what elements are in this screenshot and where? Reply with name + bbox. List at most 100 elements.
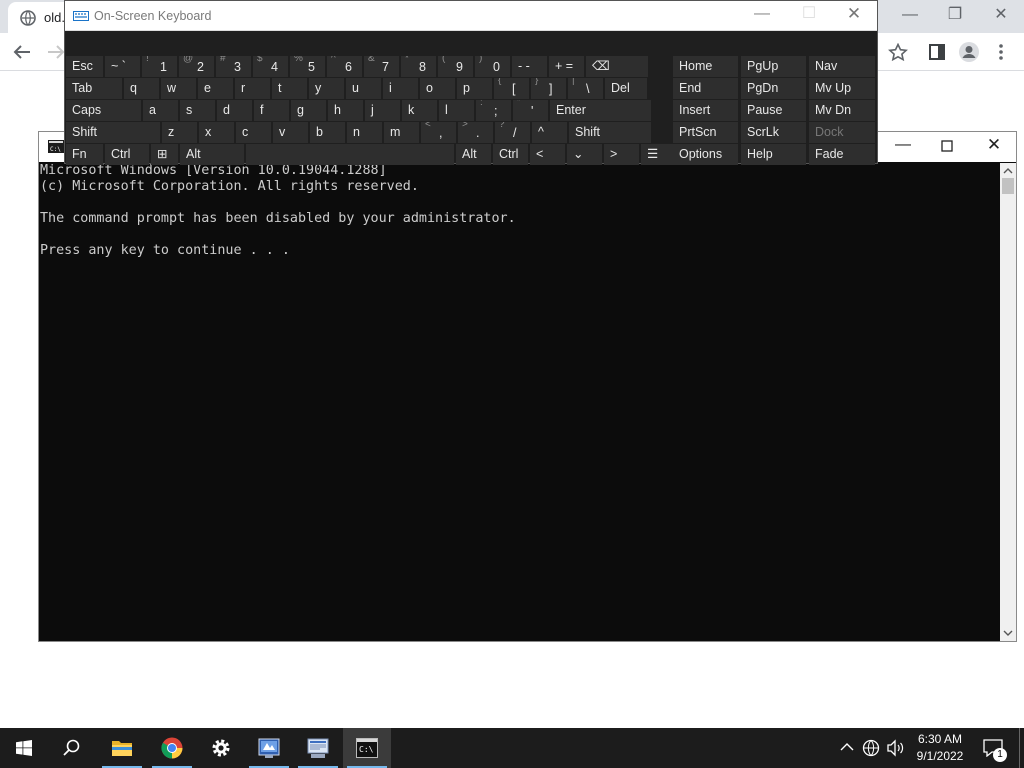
osk-key[interactable]: ~ ` bbox=[105, 56, 140, 77]
arrow-left-icon[interactable] bbox=[12, 43, 32, 61]
network-globe-icon[interactable] bbox=[862, 739, 880, 757]
osk-key[interactable]: w bbox=[161, 78, 196, 99]
cmd-close-button[interactable]: ✕ bbox=[971, 132, 1017, 160]
osk-key[interactable]: z bbox=[162, 122, 197, 143]
settings-icon[interactable] bbox=[197, 728, 245, 768]
osk-key[interactable]: + = bbox=[549, 56, 584, 77]
osk-key[interactable]: t bbox=[272, 78, 307, 99]
osk-key[interactable]: * 8 bbox=[401, 56, 436, 77]
cmd-minimize-button[interactable]: — bbox=[880, 132, 926, 160]
osk-nav-key[interactable]: End bbox=[673, 78, 738, 99]
side-panel-icon[interactable] bbox=[928, 43, 946, 61]
scroll-down-icon[interactable] bbox=[1003, 629, 1013, 637]
osk-key[interactable]: k bbox=[402, 100, 437, 121]
osk-key[interactable]: & 7 bbox=[364, 56, 399, 77]
osk-minimize-button[interactable]: — bbox=[739, 1, 785, 29]
osk-key[interactable]: > bbox=[604, 144, 639, 165]
osk-key[interactable]: h bbox=[328, 100, 363, 121]
osk-nav-key[interactable]: Fade bbox=[809, 144, 875, 165]
app-icon-1[interactable] bbox=[245, 728, 293, 768]
windows-start-icon[interactable] bbox=[0, 728, 48, 768]
osk-nav-key[interactable]: Nav bbox=[809, 56, 875, 77]
osk-key[interactable]: < bbox=[530, 144, 565, 165]
cmd-icon[interactable]: C:\ bbox=[343, 728, 391, 768]
osk-nav-key[interactable]: Options bbox=[673, 144, 738, 165]
osk-key[interactable]: n bbox=[347, 122, 382, 143]
osk-key[interactable]: b bbox=[310, 122, 345, 143]
osk-key[interactable]: ^ bbox=[532, 122, 567, 143]
osk-key[interactable]: #3 bbox=[216, 56, 251, 77]
osk-key[interactable]: @2 bbox=[179, 56, 214, 77]
osk-key[interactable]: Ctrl bbox=[105, 144, 149, 165]
browser-restore-button[interactable]: ❐ bbox=[932, 2, 978, 30]
osk-nav-key[interactable]: PgDn bbox=[741, 78, 806, 99]
osk-key[interactable]: - - bbox=[512, 56, 547, 77]
osk-key[interactable]: Shift bbox=[66, 122, 160, 143]
osk-key[interactable]: ^ 6 bbox=[327, 56, 362, 77]
osk-key[interactable]: Fn bbox=[66, 144, 103, 165]
show-hidden-icons-chevron-icon[interactable] bbox=[840, 742, 854, 752]
osk-nav-key[interactable]: Mv Up bbox=[809, 78, 875, 99]
osk-key[interactable]: ⊞ bbox=[151, 144, 178, 165]
osk-nav-key[interactable]: Pause bbox=[741, 100, 806, 121]
osk-key[interactable]: Ctrl bbox=[493, 144, 528, 165]
osk-nav-key[interactable]: ScrLk bbox=[741, 122, 806, 143]
file-explorer-icon[interactable] bbox=[98, 728, 146, 768]
osk-key[interactable]: Alt bbox=[456, 144, 491, 165]
osk-key[interactable]: Shift bbox=[569, 122, 651, 143]
osk-key[interactable]: ) 0 bbox=[475, 56, 510, 77]
clock[interactable]: 6:30 AM 9/1/2022 bbox=[912, 731, 968, 765]
osk-key[interactable]: v bbox=[273, 122, 308, 143]
more-menu-icon[interactable] bbox=[996, 43, 1006, 61]
search-icon[interactable] bbox=[48, 728, 96, 768]
osk-key[interactable]: >. bbox=[458, 122, 493, 143]
osk-nav-key[interactable]: PrtScn bbox=[673, 122, 738, 143]
browser-close-button[interactable]: ✕ bbox=[978, 2, 1024, 30]
osk-nav-key[interactable]: Dock bbox=[809, 122, 875, 143]
osk-key[interactable]: " ' bbox=[513, 100, 548, 121]
osk-close-button[interactable]: ✕ bbox=[831, 1, 877, 29]
osk-key[interactable]: y bbox=[309, 78, 344, 99]
osk-nav-key[interactable]: Insert bbox=[673, 100, 738, 121]
osk-key[interactable]: a bbox=[143, 100, 178, 121]
osk-nav-key[interactable]: PgUp bbox=[741, 56, 806, 77]
osk-key[interactable]: l bbox=[439, 100, 474, 121]
osk-key[interactable]: (9 bbox=[438, 56, 473, 77]
osk-key[interactable]: g bbox=[291, 100, 326, 121]
osk-key[interactable]: Alt bbox=[180, 144, 244, 165]
osk-key[interactable]: ⌫ bbox=[586, 56, 648, 77]
cmd-console-output[interactable]: Microsoft Windows [Version 10.0.19044.12… bbox=[39, 163, 1000, 641]
osk-nav-key[interactable]: Mv Dn bbox=[809, 100, 875, 121]
osk-key[interactable]: ⌄ bbox=[567, 144, 602, 165]
osk-nav-key[interactable]: Help bbox=[741, 144, 806, 165]
bookmark-star-icon[interactable] bbox=[888, 43, 908, 61]
osk-key[interactable]: o bbox=[420, 78, 455, 99]
osk-maximize-button[interactable]: ☐ bbox=[786, 1, 832, 29]
profile-avatar-icon[interactable] bbox=[958, 41, 980, 63]
osk-key[interactable]: Enter bbox=[550, 100, 651, 121]
osk-key[interactable]: ☰ bbox=[641, 144, 676, 165]
osk-key[interactable]: i bbox=[383, 78, 418, 99]
osk-key[interactable]: e bbox=[198, 78, 233, 99]
cmd-scrollbar[interactable] bbox=[1000, 163, 1016, 641]
osk-key[interactable]: Tab bbox=[66, 78, 122, 99]
app-icon-2[interactable] bbox=[294, 728, 342, 768]
osk-key[interactable]: Caps bbox=[66, 100, 141, 121]
osk-key[interactable]: % 5 bbox=[290, 56, 325, 77]
osk-key[interactable]: d bbox=[217, 100, 252, 121]
osk-key[interactable]: q bbox=[124, 78, 159, 99]
show-desktop-button[interactable] bbox=[1019, 728, 1020, 768]
volume-icon[interactable] bbox=[886, 739, 906, 757]
osk-key[interactable]: :; bbox=[476, 100, 511, 121]
osk-key[interactable]: s bbox=[180, 100, 215, 121]
cmd-maximize-icon[interactable] bbox=[941, 140, 953, 152]
osk-key[interactable]: }] bbox=[531, 78, 566, 99]
osk-key[interactable]: u bbox=[346, 78, 381, 99]
osk-key[interactable]: f bbox=[254, 100, 289, 121]
osk-key[interactable]: Del bbox=[605, 78, 647, 99]
osk-key[interactable]: | \ bbox=[568, 78, 603, 99]
osk-key[interactable]: ? / bbox=[495, 122, 530, 143]
osk-key[interactable]: {[ bbox=[494, 78, 529, 99]
chrome-icon[interactable] bbox=[148, 728, 196, 768]
osk-key[interactable]: m bbox=[384, 122, 419, 143]
